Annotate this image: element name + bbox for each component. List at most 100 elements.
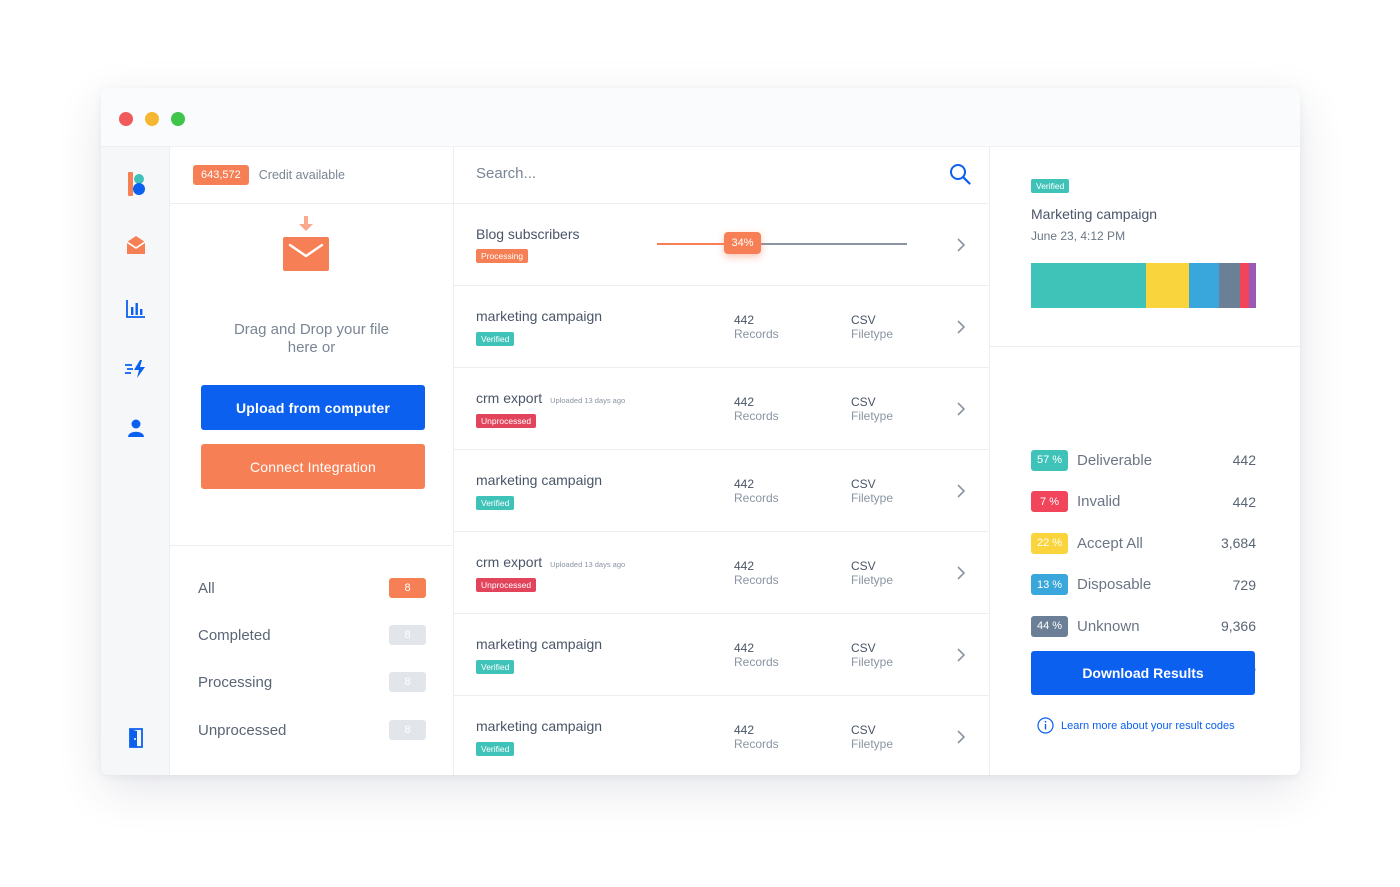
uploaded-time: Uploaded 13 days ago (550, 560, 626, 569)
stacked-bar-segment (1219, 263, 1240, 308)
filetype-stat: CSV Filetype (851, 477, 893, 505)
status-badge: Unprocessed (476, 578, 537, 592)
user-icon[interactable] (123, 415, 149, 441)
chevron-right-icon[interactable] (954, 484, 968, 498)
records-value: 442 (734, 723, 755, 737)
list-item[interactable]: marketing campaign Verified 442 Records … (454, 614, 989, 696)
list-item[interactable]: marketing campaign Verified 442 Records … (454, 696, 989, 775)
list-name: marketing campaign (476, 308, 603, 324)
chevron-right-icon[interactable] (954, 730, 968, 744)
result-row[interactable]: 22 % Accept All 3,684 (1031, 532, 1256, 554)
list-name-wrap: marketing campaign (476, 308, 602, 324)
filetype-value: CSV (851, 641, 876, 655)
chevron-right-icon[interactable] (954, 402, 968, 416)
status-badge: Processing (476, 249, 529, 263)
result-label: Accept All (1077, 534, 1143, 552)
filetype-stat: CSV Filetype (851, 395, 893, 423)
filter-label: Completed (198, 626, 271, 644)
records-stat: 442 Records (734, 559, 779, 587)
list-item[interactable]: crm export Uploaded 13 days ago Unprocess… (454, 368, 989, 450)
chevron-right-icon[interactable] (954, 566, 968, 580)
list-name-wrap: crm export Uploaded 13 days ago (476, 390, 625, 406)
inbox-icon[interactable] (123, 233, 149, 259)
filetype-label: Filetype (851, 491, 894, 505)
filter-count: 8 (389, 720, 426, 740)
list-name: crm export (476, 390, 543, 406)
chevron-right-icon[interactable] (954, 320, 968, 334)
stacked-bar-segment (1189, 263, 1220, 308)
app-window: 643,572 Credit available Drag and Drop y… (101, 88, 1300, 775)
result-label: Deliverable (1077, 451, 1153, 469)
list-item-processing[interactable]: Blog subscribers Processing 34% (454, 204, 989, 286)
result-percent-badge: 22 % (1031, 532, 1068, 554)
records-label: Records (734, 573, 779, 587)
result-row[interactable]: 57 % Deliverable 442 (1031, 449, 1256, 471)
list-item[interactable]: marketing campaign Verified 442 Records … (454, 286, 989, 368)
progress-label: 34% (724, 232, 761, 254)
maximize-window-button[interactable] (171, 112, 185, 126)
credit-row: 643,572 Credit available (170, 147, 453, 204)
logo-icon[interactable] (123, 171, 149, 197)
result-row[interactable]: 13 % Disposable 729 (1031, 574, 1256, 596)
list-item[interactable]: crm export Uploaded 13 days ago Unprocess… (454, 532, 989, 614)
filetype-label: Filetype (851, 327, 894, 341)
records-value: 442 (734, 395, 755, 409)
uploaded-time: Uploaded 13 days ago (550, 396, 626, 405)
bolt-icon[interactable] (123, 356, 149, 382)
upload-from-computer-button[interactable]: Upload from computer (201, 385, 425, 430)
download-results-button[interactable]: Download Results (1031, 651, 1255, 695)
learn-more-link[interactable]: Learn more about your result codes (1037, 717, 1235, 734)
filter-label: Processing (198, 673, 273, 691)
stacked-bar-segment (1145, 263, 1190, 308)
learn-more-text: Learn more about your result codes (1061, 719, 1235, 732)
icon-rail (101, 147, 170, 775)
drop-zone[interactable]: Drag and Drop your file here or Upload f… (170, 204, 453, 546)
filetype-value: CSV (851, 723, 876, 737)
stacked-bar-segment (1239, 263, 1250, 308)
filetype-label: Filetype (851, 409, 894, 423)
filetype-value: CSV (851, 559, 876, 573)
result-count: 729 (1232, 576, 1256, 593)
records-stat: 442 Records (734, 477, 779, 505)
chevron-right-icon[interactable] (954, 648, 968, 662)
filter-processing[interactable]: Processing 8 (198, 670, 426, 694)
list-name-wrap: marketing campaign (476, 636, 602, 652)
records-value: 442 (734, 477, 755, 491)
result-list-date: June 23, 4:12 PM (1031, 229, 1126, 243)
filter-completed[interactable]: Completed 8 (198, 623, 426, 647)
filter-label: All (198, 579, 215, 597)
info-icon (1037, 717, 1054, 734)
result-row[interactable]: 7 % Invalid 442 (1031, 491, 1256, 513)
search-icon[interactable] (949, 163, 971, 185)
filter-all[interactable]: All 8 (198, 576, 426, 600)
filter-count: 8 (389, 672, 426, 692)
result-row[interactable]: 44 % Unknown 9,366 (1031, 615, 1256, 637)
chevron-right-icon[interactable] (954, 238, 968, 252)
progress-track (657, 243, 907, 245)
list-name: marketing campaign (476, 472, 603, 488)
chart-icon[interactable] (123, 296, 149, 322)
result-label: Disposable (1077, 576, 1152, 594)
minimize-window-button[interactable] (145, 112, 159, 126)
filetype-value: CSV (851, 395, 876, 409)
list-name-wrap: crm export Uploaded 13 days ago (476, 554, 625, 570)
records-label: Records (734, 409, 779, 423)
result-count: 3,684 (1220, 535, 1256, 552)
connect-integration-button[interactable]: Connect Integration (201, 444, 425, 489)
close-window-button[interactable] (119, 112, 133, 126)
records-value: 442 (734, 641, 755, 655)
exit-icon[interactable] (123, 725, 149, 751)
search-bar (454, 147, 989, 204)
search-input[interactable] (476, 165, 916, 182)
list-item[interactable]: marketing campaign Verified 442 Records … (454, 450, 989, 532)
filetype-stat: CSV Filetype (851, 641, 893, 669)
upload-panel: 643,572 Credit available Drag and Drop y… (170, 147, 454, 775)
filetype-label: Filetype (851, 573, 894, 587)
credit-badge: 643,572 (193, 165, 249, 185)
filetype-value: CSV (851, 313, 876, 327)
result-percent-badge: 44 % (1031, 615, 1068, 637)
status-badge: Verified (1031, 179, 1070, 193)
stacked-bar-segment (1031, 263, 1146, 308)
records-label: Records (734, 737, 779, 751)
filter-unprocessed[interactable]: Unprocessed 8 (198, 718, 426, 742)
